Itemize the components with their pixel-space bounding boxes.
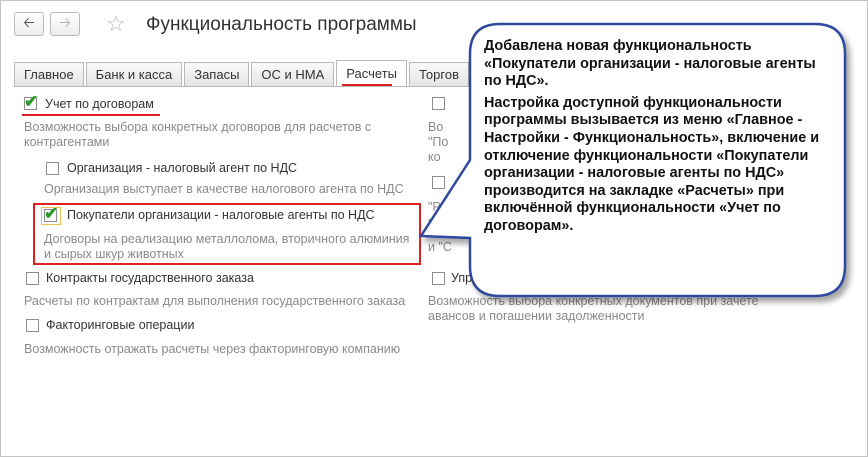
callout-text: Добавлена новая функциональность «Покупа…	[484, 38, 829, 240]
callout-paragraph-1: Добавлена новая функциональность «Покупа…	[484, 38, 816, 90]
callout-paragraph-2: Настройка доступной функциональности про…	[484, 94, 820, 234]
